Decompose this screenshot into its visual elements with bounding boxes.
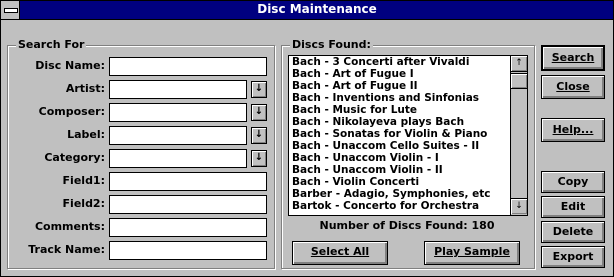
list-item[interactable]: Bach - Nikolayeva plays Bach [289,116,508,128]
system-menu-icon [4,8,18,13]
field1-field[interactable] [109,172,267,191]
composer-field[interactable] [109,103,247,122]
comments-label: Comments: [34,220,105,233]
scroll-down-icon[interactable]: ↓ [511,198,527,214]
list-item[interactable]: Barber - Adagio, Symphonies, etc [289,188,508,200]
artist-dropdown-icon[interactable]: ↓ [251,81,267,98]
play-sample-label: Play Sample [434,245,510,258]
track-name-field[interactable] [109,241,267,260]
discs-listbox[interactable]: Bach - 3 Concerti after Vivaldi Bach - Ar… [288,55,528,216]
delete-button-label: Delete [552,225,594,238]
list-item[interactable]: Bach - Art of Fugue I [289,68,508,80]
list-item[interactable]: Bach - Art of Fugue II [289,80,508,92]
discs-found-count: Number of Discs Found: 180 [319,219,495,232]
track-name-label: Track Name: [28,243,105,256]
copy-button-label: Copy [557,175,589,188]
play-sample-button[interactable]: Play Sample [424,241,520,265]
copy-button[interactable]: Copy [541,171,605,193]
field1-label: Field1: [62,174,105,187]
export-button[interactable]: Export [541,246,605,268]
disc-name-field[interactable] [109,57,267,76]
title-bar: Disc Maintenance [1,1,613,20]
window-title: Disc Maintenance [257,2,377,16]
list-item[interactable]: Bach - Violin Concerti [289,176,508,188]
close-button[interactable]: Close [541,75,605,99]
scroll-thumb[interactable] [511,73,527,89]
disc-maintenance-window: Disc Maintenance Search For Disc Name: A… [0,0,614,277]
select-all-label: Select All [310,245,370,258]
comments-field[interactable] [109,218,267,237]
list-item[interactable]: Bach - Unaccom Cello Suites - II [289,140,508,152]
list-item[interactable]: Bach - Unaccom Violin - I [289,152,508,164]
close-button-label: Close [556,80,590,93]
field2-field[interactable] [109,195,267,214]
list-item[interactable]: Bartok - Concerto for Orchestra [289,200,508,212]
list-scrollbar[interactable]: ↑ ↓ [510,56,527,215]
composer-label: Composer: [38,105,105,118]
artist-label: Artist: [65,82,105,95]
artist-field[interactable] [109,80,247,99]
export-button-label: Export [552,250,594,263]
composer-dropdown-icon[interactable]: ↓ [251,104,267,121]
list-item[interactable]: Bach - Unaccom Violin - II [289,164,508,176]
label-label: Label: [67,128,105,141]
list-item[interactable]: Bach - Sonatas for Violin & Piano [289,128,508,140]
category-label: Category: [44,151,105,164]
scroll-up-icon[interactable]: ↑ [511,56,527,72]
label-dropdown-icon[interactable]: ↓ [251,127,267,144]
delete-button[interactable]: Delete [541,221,605,243]
category-dropdown-icon[interactable]: ↓ [251,150,267,167]
search-button-label: Search [551,51,595,64]
list-item[interactable]: Bach - Music for Lute [289,104,508,116]
system-menu-button[interactable] [1,1,20,19]
disc-name-label: Disc Name: [35,59,105,72]
help-button-label: Help... [552,123,594,136]
list-item[interactable]: Bach - Inventions and Sinfonias [289,92,508,104]
edit-button[interactable]: Edit [541,196,605,218]
list-item[interactable]: Bach - 3 Concerti after Vivaldi [289,56,508,68]
category-field[interactable] [109,149,247,168]
discs-found-label: Discs Found: [290,38,373,51]
field2-label: Field2: [62,197,105,210]
select-all-button[interactable]: Select All [292,241,388,265]
discs-list: Bach - 3 Concerti after Vivaldi Bach - Ar… [289,56,508,212]
label-field[interactable] [109,126,247,145]
search-button[interactable]: Search [541,45,605,71]
edit-button-label: Edit [560,200,586,213]
help-button[interactable]: Help... [541,118,605,142]
search-for-label: Search For [16,38,87,51]
